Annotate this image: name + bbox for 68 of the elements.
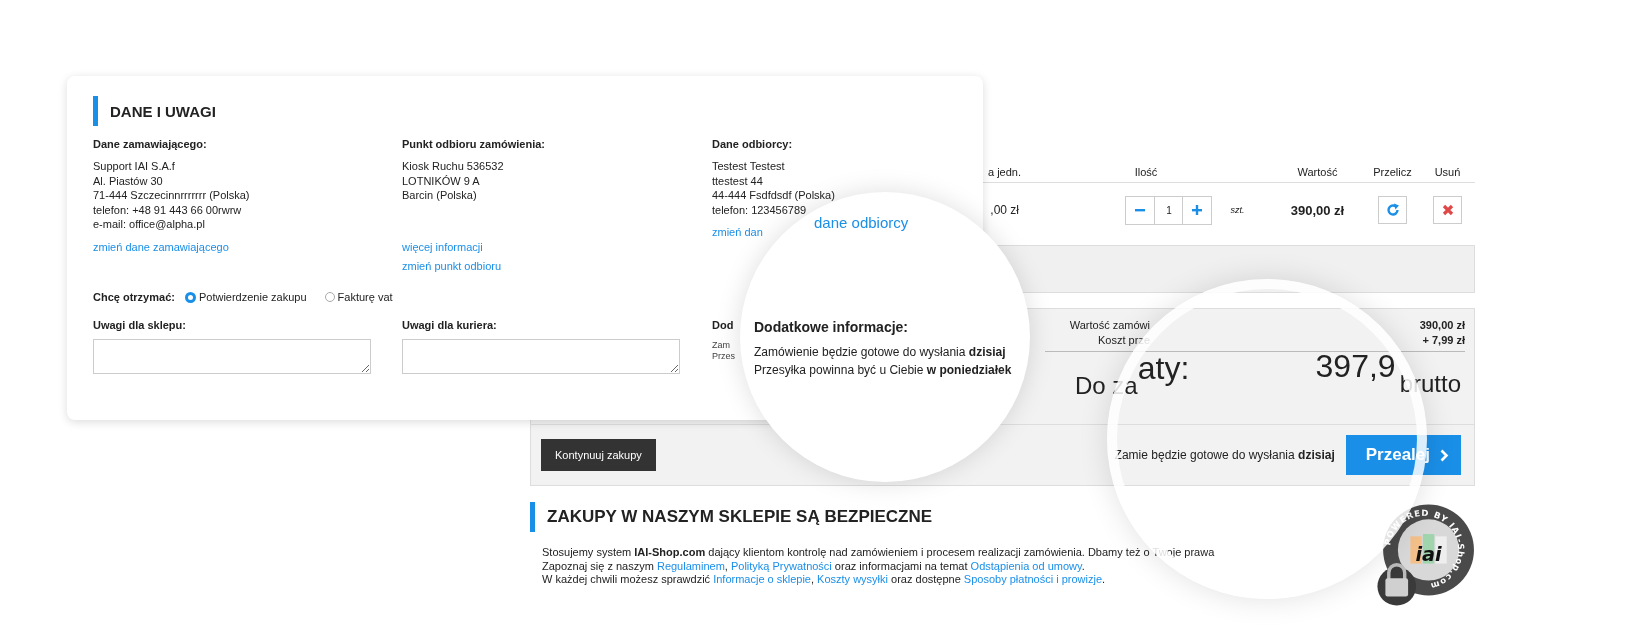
ready-note: Zamie będzie gotowe do wysłania dzisiaj [1114, 448, 1335, 462]
column-header: Usuń [1434, 165, 1461, 178]
address-line: 71-444 Szczecinnrrrrrrr (Polska) [93, 188, 251, 203]
column-heading: Punkt odbioru zamówienia: [402, 138, 546, 150]
close-icon [1441, 204, 1454, 216]
info-line: Przesyłka powinna być u Ciebie w poniedziałek [754, 362, 1013, 378]
refresh-icon [1385, 203, 1400, 217]
column-header: a jedn. [987, 165, 1022, 178]
info-line: Zam [712, 340, 730, 351]
continue-shopping-button[interactable]: Kontynuuj zakupy [541, 439, 656, 471]
total-label: Do za [1075, 372, 1138, 400]
column-header: Ilość [1134, 165, 1158, 178]
address-line: telefon: 123456789 [712, 202, 808, 217]
text-link[interactable]: więcej informacji [402, 240, 483, 254]
text-link[interactable]: Odstąpienia od umowy [970, 559, 1082, 572]
address-line: Testest Testest [712, 159, 786, 174]
text-link[interactable]: Informacje o sklepie [713, 573, 811, 585]
total-label: aty: [1137, 350, 1190, 386]
recalculate-button[interactable] [1378, 196, 1407, 224]
field-label: Chcę otrzymać: [93, 291, 175, 303]
address-line: Al. Piastów 30 [93, 173, 164, 188]
summary-value: + 7,99 zł [1421, 333, 1465, 348]
column-heading: Dane zamawiającego: [93, 138, 208, 150]
accent-bar [530, 502, 535, 532]
text-link[interactable]: zmień dane zamawiającego [93, 239, 229, 254]
text-link[interactable]: Sposoby płatności i prowizje [963, 573, 1103, 585]
address-line: Support IAI S.A.f [93, 159, 176, 174]
column-heading: Dane odbiorcy: [712, 138, 794, 150]
accent-bar [93, 96, 98, 126]
remove-button[interactable] [1433, 196, 1462, 224]
radio-button[interactable] [184, 291, 196, 303]
plus-icon [1192, 205, 1203, 215]
address-line: 44-444 Fsdfdsdf (Polska) [712, 188, 836, 203]
summary-label: Wartość zamówi [1068, 318, 1150, 333]
card-title: DANE I UWAGI [110, 102, 216, 120]
column-header: Przelicz [1373, 165, 1412, 178]
address-line: LOTNIKÓW 9 A [402, 173, 481, 188]
text-link[interactable]: Regulaminem [656, 559, 725, 572]
unit-price: ,00 zł [990, 203, 1020, 217]
text-link[interactable]: zmień punkt odbioru [402, 259, 502, 273]
section-title: ZAKUPY W NASZYM SKLEPIE SĄ BEZPIECZNE [547, 507, 933, 527]
text-link[interactable]: Koszty wysyłki [817, 573, 888, 585]
total-suffix: brutto [1399, 370, 1461, 398]
info-line: Przes [712, 351, 735, 362]
unit-label: szt. [1230, 205, 1245, 215]
address-line: ttestest 44 [712, 173, 764, 188]
address-line: telefon: +48 91 443 66 00rwrw [93, 202, 243, 217]
info-heading: Dodatkowe informacje: [754, 319, 910, 335]
column-header: Wartość [1297, 165, 1338, 178]
text-link[interactable]: dane odbiorcy [814, 214, 909, 231]
total-amount: 397,9 [1315, 348, 1396, 385]
text-link[interactable]: zmień dan [712, 225, 763, 239]
info-line: Zamówienie będzie gotowe do wysłania dzisiaj [754, 344, 1007, 360]
field-label: Uwagi dla sklepu: [93, 319, 187, 331]
chevron-right-icon [1440, 448, 1449, 462]
address-line: Barcin (Polska) [402, 188, 478, 203]
address-line: Kiosk Ruchu 536532 [402, 159, 505, 174]
radio-button[interactable] [324, 292, 335, 302]
summary-value: 390,00 zł [1418, 318, 1465, 333]
radio-label: Potwierdzenie zakupu [198, 291, 307, 303]
radio-label: Fakturę vat [337, 291, 393, 303]
line-value: 390,00 zł [1290, 202, 1345, 218]
address-line: e-mail: office@alpha.pl [93, 217, 206, 232]
field-label: Uwagi dla kuriera: [402, 319, 498, 331]
text-link[interactable]: Polityką Prywatności [730, 559, 832, 572]
section-label: Dod [712, 319, 734, 331]
notes-field[interactable] [402, 339, 680, 374]
notes-field[interactable] [93, 339, 371, 374]
